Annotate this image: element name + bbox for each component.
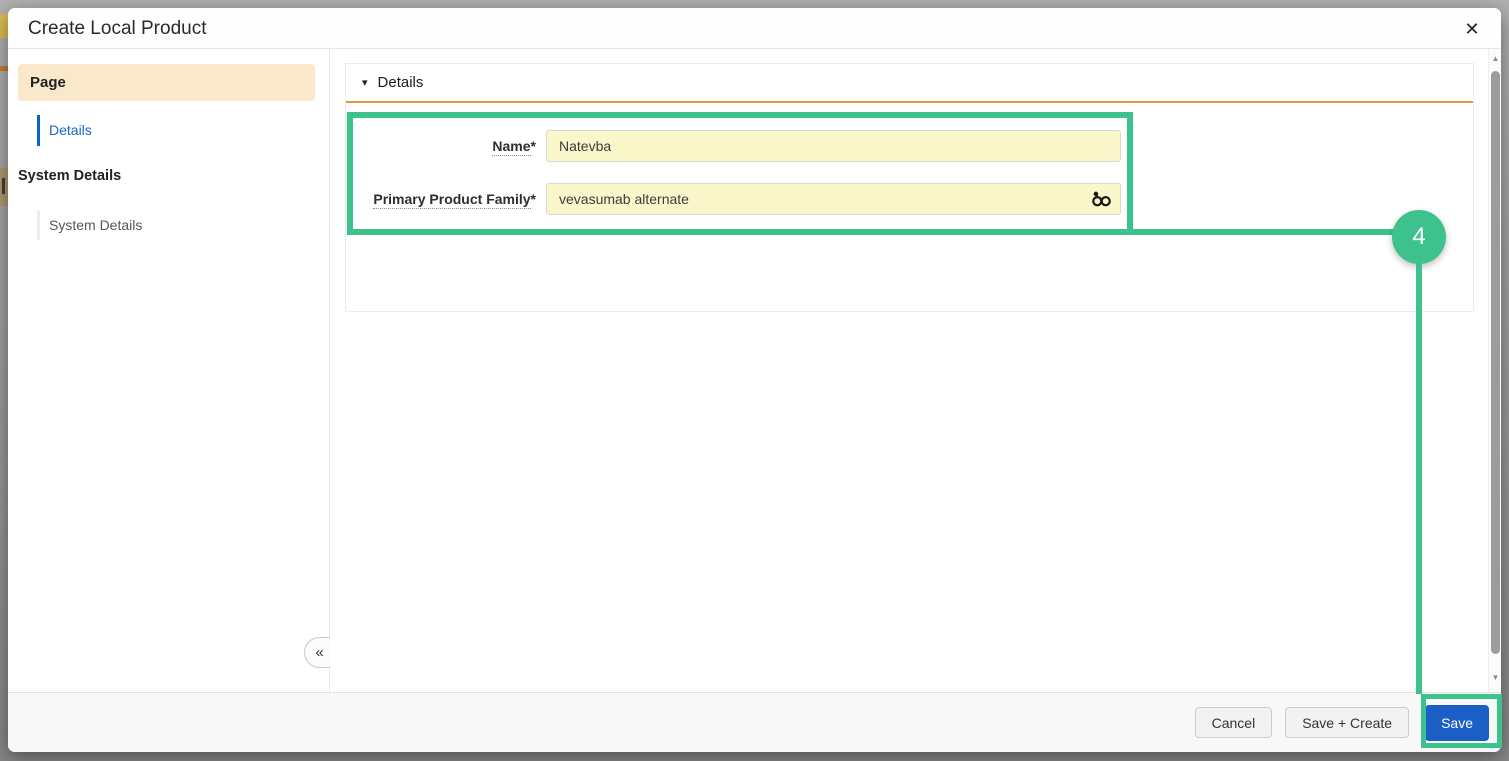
details-section: ▾ Details Name* Primary Produ <box>345 63 1474 312</box>
backdrop-fragment <box>2 178 5 194</box>
modal-header: Create Local Product ✕ <box>8 8 1501 49</box>
sidebar-item-details[interactable]: Details <box>37 115 92 146</box>
chevron-down-icon: ▾ <box>362 77 368 89</box>
sidebar-collapse-button[interactable]: « <box>304 637 330 668</box>
sidebar-section-page[interactable]: Page <box>18 64 315 101</box>
primary-product-family-field-label: Primary Product Family* <box>373 191 536 209</box>
scrollbar[interactable]: ▲ ▼ <box>1488 49 1501 692</box>
backdrop-fragment <box>0 66 8 71</box>
cancel-button[interactable]: Cancel <box>1194 707 1273 738</box>
details-form: Name* Primary Product Family* <box>346 103 1473 215</box>
sidebar-section-system-details[interactable]: System Details <box>18 166 121 186</box>
form-row-primary-product-family: Primary Product Family* <box>346 183 1473 215</box>
binoculars-icon[interactable] <box>1091 189 1112 209</box>
details-section-title: Details <box>377 74 424 91</box>
scrollbar-thumb[interactable] <box>1491 71 1500 654</box>
modal-title: Create Local Product <box>28 18 207 39</box>
save-button[interactable]: Save <box>1425 704 1489 741</box>
primary-product-family-field[interactable] <box>546 183 1121 215</box>
create-local-product-modal: Create Local Product ✕ Page Details Syst… <box>8 8 1501 752</box>
modal-body: Page Details System Details System Detai… <box>8 49 1501 692</box>
name-field[interactable] <box>546 130 1121 162</box>
required-marker: * <box>530 138 536 154</box>
scroll-up-icon[interactable]: ▲ <box>1489 53 1502 65</box>
details-section-header[interactable]: ▾ Details <box>346 64 1473 103</box>
modal-footer: Cancel Save + Create Save <box>8 692 1501 752</box>
dimmed-backdrop: Create Local Product ✕ Page Details Syst… <box>0 0 1509 761</box>
form-row-name: Name* <box>346 130 1473 162</box>
scroll-down-icon[interactable]: ▼ <box>1489 672 1502 684</box>
close-icon[interactable]: ✕ <box>1459 16 1485 42</box>
required-marker: * <box>530 191 536 207</box>
chevron-double-left-icon: « <box>315 644 324 661</box>
sidebar: Page Details System Details System Detai… <box>8 49 330 692</box>
backdrop-fragment <box>0 14 8 38</box>
name-field-label: Name* <box>492 138 536 156</box>
save-create-button[interactable]: Save + Create <box>1285 707 1410 738</box>
sidebar-item-system-details[interactable]: System Details <box>37 211 142 240</box>
name-input-wrap <box>546 130 1121 162</box>
primary-product-family-input-wrap <box>546 183 1121 215</box>
